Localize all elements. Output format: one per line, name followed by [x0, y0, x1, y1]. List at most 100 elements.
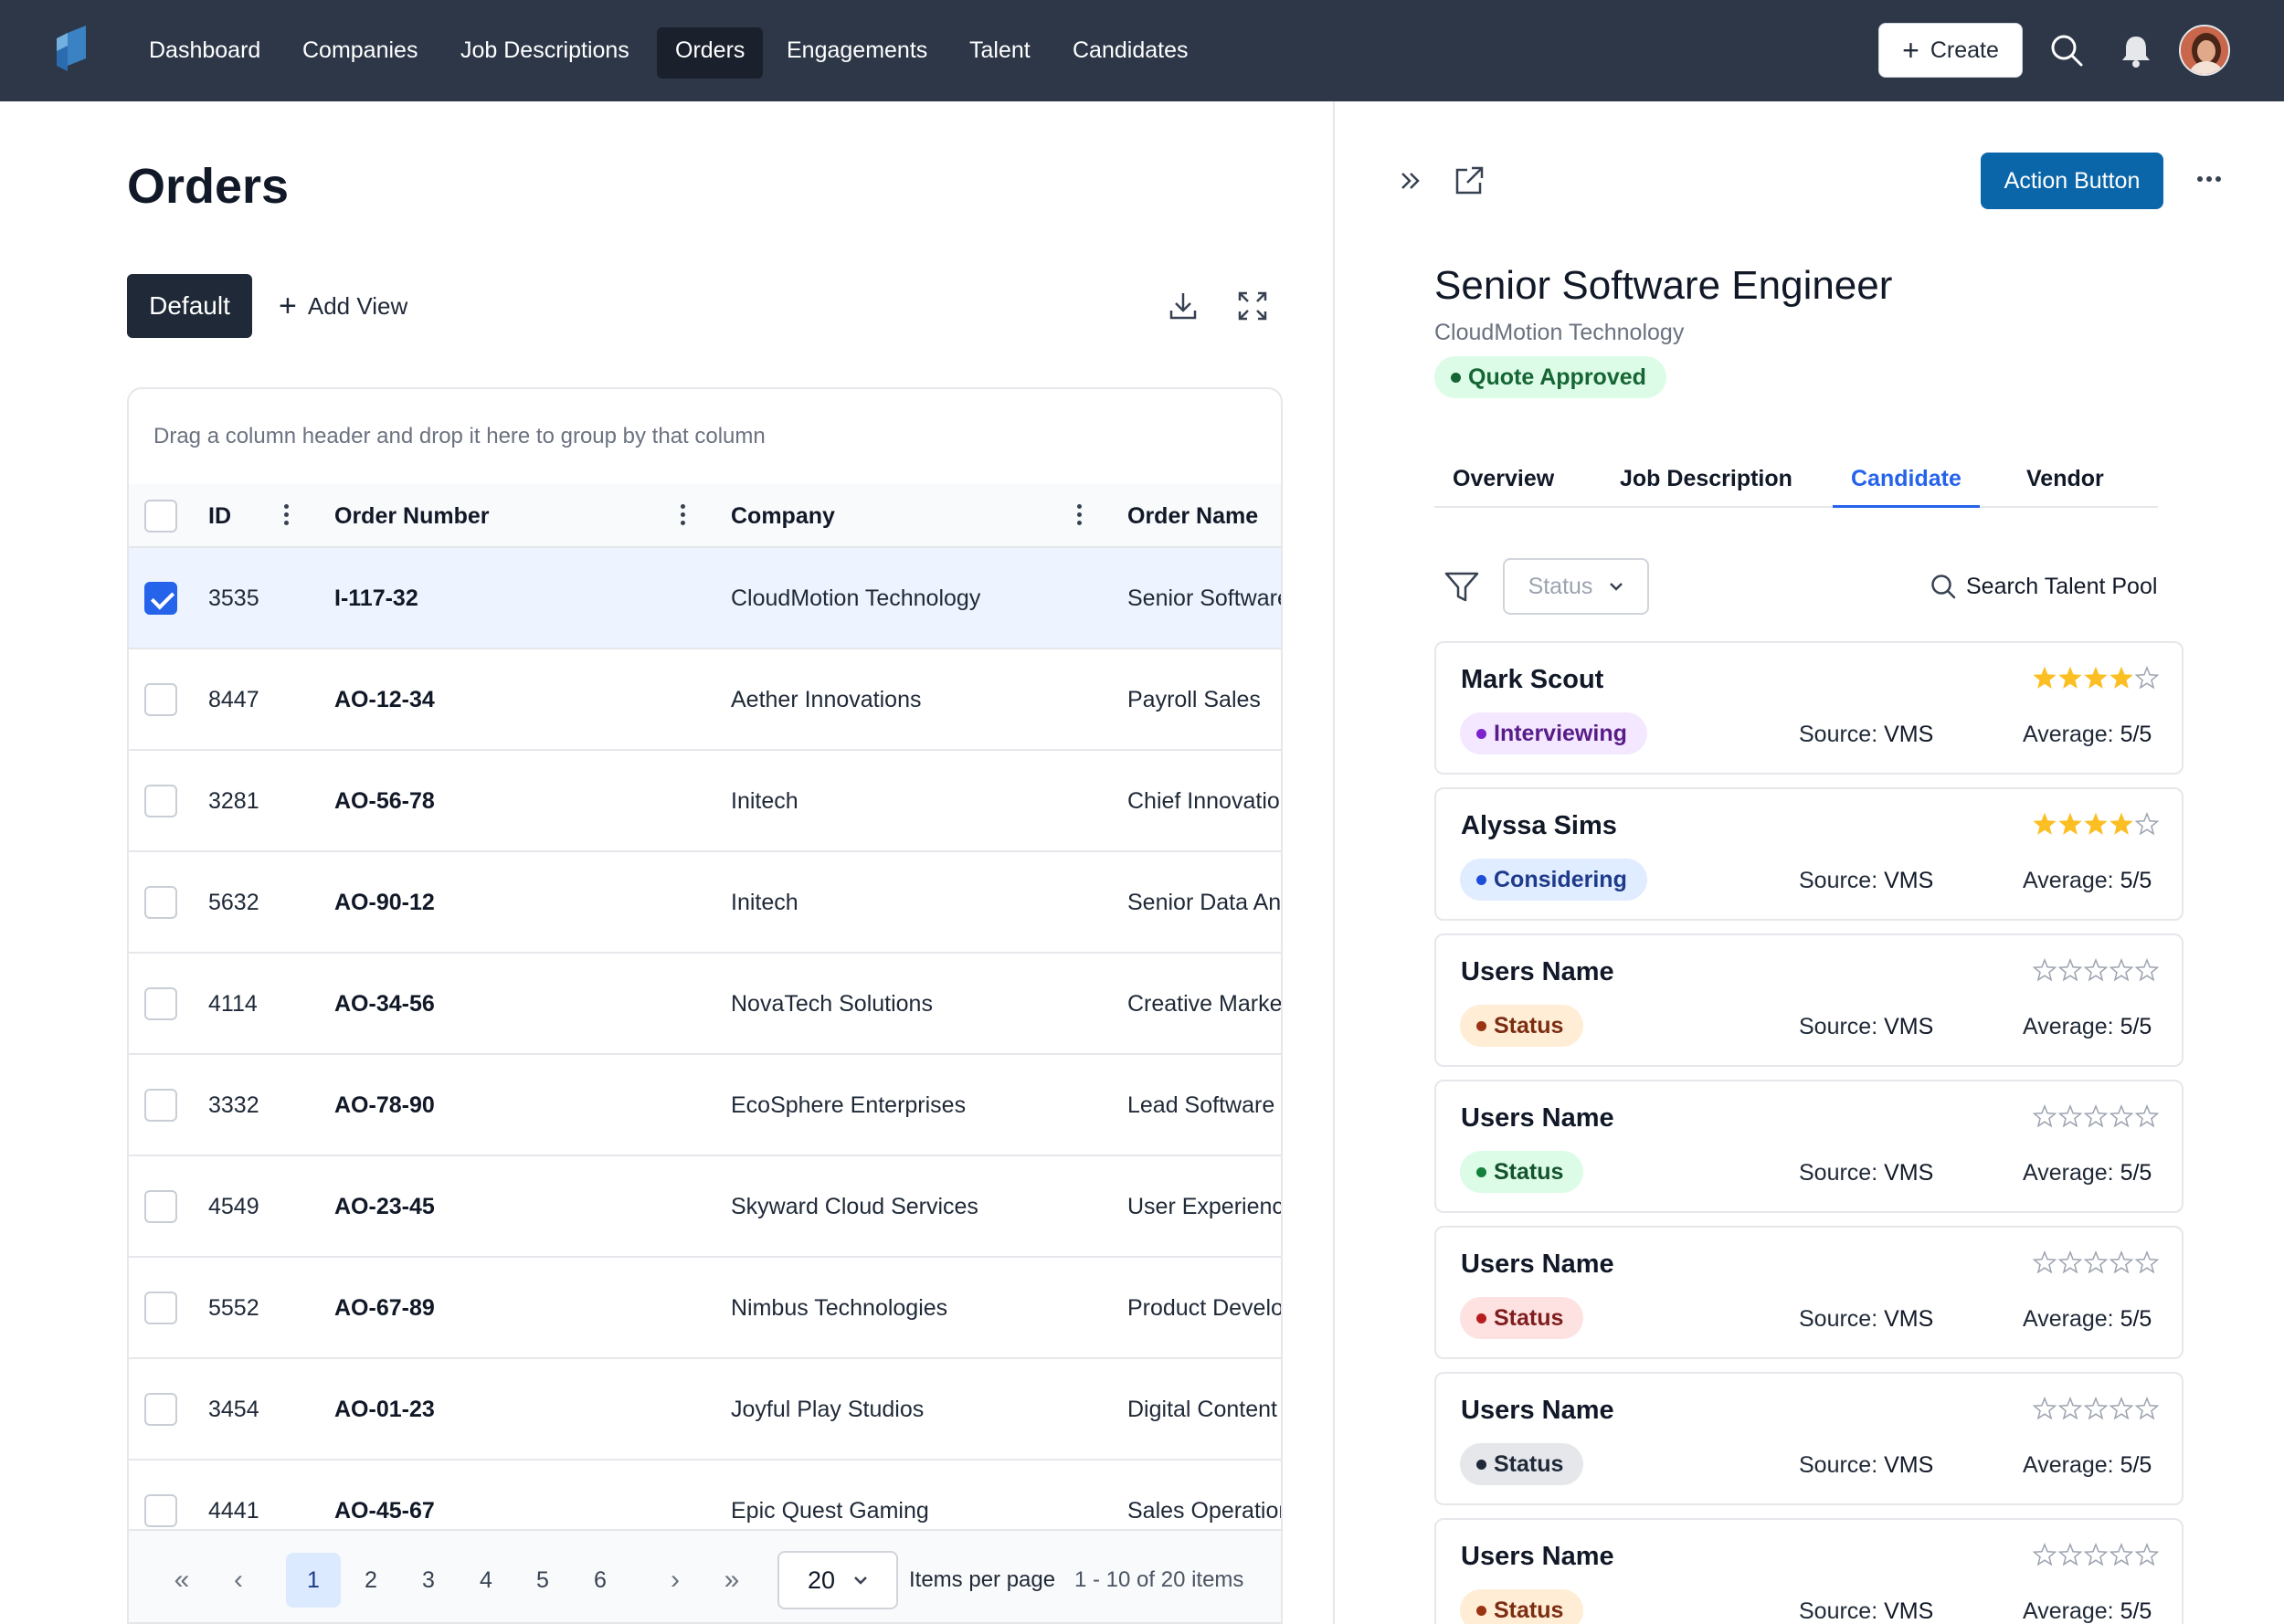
candidate-card[interactable]: Users Name Status Source: VMS Average: 5/5	[1434, 1518, 2184, 1624]
first-page-icon[interactable]: «	[154, 1553, 209, 1608]
candidate-name[interactable]: Users Name	[1461, 957, 1614, 987]
nav-item-candidates[interactable]: Candidates	[1054, 27, 1206, 79]
nav-item-job-descriptions[interactable]: Job Descriptions	[442, 27, 648, 79]
create-button[interactable]: + Create	[1878, 23, 2023, 78]
items-per-page-label: Items per page	[909, 1567, 1056, 1592]
candidate-name[interactable]: Users Name	[1461, 1103, 1614, 1134]
column-menu-icon[interactable]	[1075, 504, 1083, 528]
candidate-name[interactable]: Users Name	[1461, 1250, 1614, 1280]
panel-divider[interactable]	[1333, 101, 1335, 1624]
row-select-checkbox[interactable]	[144, 1494, 177, 1527]
cell-order-number[interactable]: AO-90-12	[334, 852, 435, 954]
fullscreen-icon[interactable]	[1237, 290, 1268, 322]
search-icon[interactable]	[2048, 32, 2085, 69]
status-dot-icon	[1476, 1605, 1486, 1616]
filter-icon[interactable]	[1443, 571, 1480, 604]
row-select-checkbox[interactable]	[144, 1190, 177, 1223]
cell-id: 8447	[208, 687, 259, 712]
nav-item-orders[interactable]: Orders	[657, 27, 764, 79]
row-select-checkbox[interactable]	[144, 1089, 177, 1122]
column-header-order-name[interactable]: Order Name	[1127, 484, 1258, 548]
row-select-checkbox[interactable]	[144, 987, 177, 1020]
cell-order-number[interactable]: AO-34-56	[334, 954, 435, 1055]
nav-item-dashboard[interactable]: Dashboard	[131, 27, 279, 79]
group-by-drop-zone[interactable]: Drag a column header and drop it here to…	[153, 424, 766, 449]
cell-order-name: User Experience Designer	[1127, 1194, 1283, 1219]
candidate-card[interactable]: Users Name Status Source: VMS Average: 5/5	[1434, 1080, 2184, 1213]
row-select-checkbox[interactable]	[144, 683, 177, 716]
column-header-order-number[interactable]: Order Number	[334, 484, 489, 548]
cell-order-number[interactable]: AO-67-89	[334, 1258, 435, 1359]
source-value: VMS	[1884, 1014, 1934, 1039]
cell-order-number[interactable]: AO-78-90	[334, 1055, 435, 1156]
search-talent-pool-button[interactable]: Search Talent Pool	[1930, 568, 2157, 605]
last-page-icon[interactable]: »	[704, 1553, 759, 1608]
cell-order-number[interactable]: AO-56-78	[334, 751, 435, 852]
app-logo[interactable]	[55, 26, 88, 73]
orders-grid: Drag a column header and drop it here to…	[127, 387, 1283, 1624]
user-avatar[interactable]	[2179, 25, 2230, 76]
table-row[interactable]: 3332 AO-78-90 EcoSphere Enterprises Lead So…	[129, 1055, 1281, 1156]
column-header-id[interactable]: ID	[208, 484, 231, 548]
status-filter-select[interactable]: Status	[1503, 558, 1649, 615]
candidate-name[interactable]: Mark Scout	[1461, 665, 1603, 695]
cell-order-number[interactable]: AO-12-34	[334, 649, 435, 751]
row-select-checkbox[interactable]	[144, 1393, 177, 1426]
page-button-2[interactable]: 2	[344, 1553, 398, 1608]
rating-stars-icon	[2032, 1103, 2160, 1128]
action-button[interactable]: Action Button	[1981, 153, 2163, 209]
tab-job-description[interactable]: Job Description	[1602, 455, 1811, 508]
table-row[interactable]: 8447 AO-12-34 Aether Innovations Payroll Sa…	[129, 649, 1281, 751]
candidate-name[interactable]: Users Name	[1461, 1396, 1614, 1426]
table-row[interactable]: 4114 AO-34-56 NovaTech Solutions Creative M…	[129, 954, 1281, 1055]
page-button-5[interactable]: 5	[515, 1553, 570, 1608]
row-select-checkbox[interactable]	[144, 886, 177, 919]
column-menu-icon[interactable]	[679, 504, 686, 528]
cell-order-number[interactable]: I-117-32	[334, 548, 418, 649]
cell-order-number[interactable]: AO-23-45	[334, 1156, 435, 1258]
nav-item-companies[interactable]: Companies	[284, 27, 436, 79]
table-row[interactable]: 3454 AO-01-23 Joyful Play Studios Digital C…	[129, 1359, 1281, 1461]
nav-item-talent[interactable]: Talent	[951, 27, 1049, 79]
nav-item-engagements[interactable]: Engagements	[768, 27, 946, 79]
select-all-checkbox[interactable]	[144, 500, 177, 533]
tab-vendor[interactable]: Vendor	[2008, 455, 2122, 508]
page-button-3[interactable]: 3	[401, 1553, 456, 1608]
row-select-checkbox[interactable]	[144, 582, 177, 615]
row-select-checkbox[interactable]	[144, 785, 177, 817]
column-header-company[interactable]: Company	[731, 484, 835, 548]
tab-overview[interactable]: Overview	[1434, 455, 1572, 508]
candidate-name[interactable]: Alyssa Sims	[1461, 811, 1617, 841]
page-button-4[interactable]: 4	[459, 1553, 513, 1608]
tab-candidate[interactable]: Candidate	[1833, 455, 1980, 508]
page-button-6[interactable]: 6	[573, 1553, 628, 1608]
search-talent-pool-label: Search Talent Pool	[1966, 573, 2158, 599]
more-options-icon[interactable]	[2193, 161, 2226, 197]
candidate-card[interactable]: Users Name Status Source: VMS Average: 5/5	[1434, 1226, 2184, 1359]
page-button-1[interactable]: 1	[286, 1553, 341, 1608]
table-row[interactable]: 3535 I-117-32 CloudMotion Technology Senior…	[129, 548, 1281, 649]
collapse-panel-icon[interactable]	[1395, 164, 1428, 197]
open-external-icon[interactable]	[1453, 164, 1486, 197]
table-row[interactable]: 5552 AO-67-89 Nimbus Technologies Product D…	[129, 1258, 1281, 1359]
table-row[interactable]: 5632 AO-90-12 Initech Senior Data Analyst	[129, 852, 1281, 954]
items-per-page-select[interactable]: 20	[777, 1551, 898, 1609]
row-select-checkbox[interactable]	[144, 1292, 177, 1324]
bell-icon[interactable]	[2118, 32, 2154, 69]
previous-page-icon[interactable]: ‹	[211, 1553, 266, 1608]
add-view-button[interactable]: + Add View	[279, 274, 407, 338]
candidate-average: Average: 5/5	[2023, 1014, 2152, 1040]
next-page-icon[interactable]: ›	[648, 1553, 703, 1608]
candidate-card[interactable]: Alyssa Sims Considering Source: VMS Average…	[1434, 787, 2184, 921]
candidate-card[interactable]: Users Name Status Source: VMS Average: 5/5	[1434, 933, 2184, 1067]
view-tab-default[interactable]: Default	[127, 274, 252, 338]
cell-order-number[interactable]: AO-01-23	[334, 1359, 435, 1461]
candidate-name[interactable]: Users Name	[1461, 1542, 1614, 1572]
column-menu-icon[interactable]	[282, 504, 290, 528]
candidate-card[interactable]: Users Name Status Source: VMS Average: 5/5	[1434, 1372, 2184, 1505]
table-row[interactable]: 4549 AO-23-45 Skyward Cloud Services User E…	[129, 1156, 1283, 1258]
cell-company: Initech	[731, 890, 798, 915]
candidate-card[interactable]: Mark Scout Interviewing Source: VMS Average…	[1434, 641, 2184, 775]
download-icon[interactable]	[1168, 290, 1199, 322]
table-row[interactable]: 3281 AO-56-78 Initech Chief Innovation Offi…	[129, 751, 1281, 852]
